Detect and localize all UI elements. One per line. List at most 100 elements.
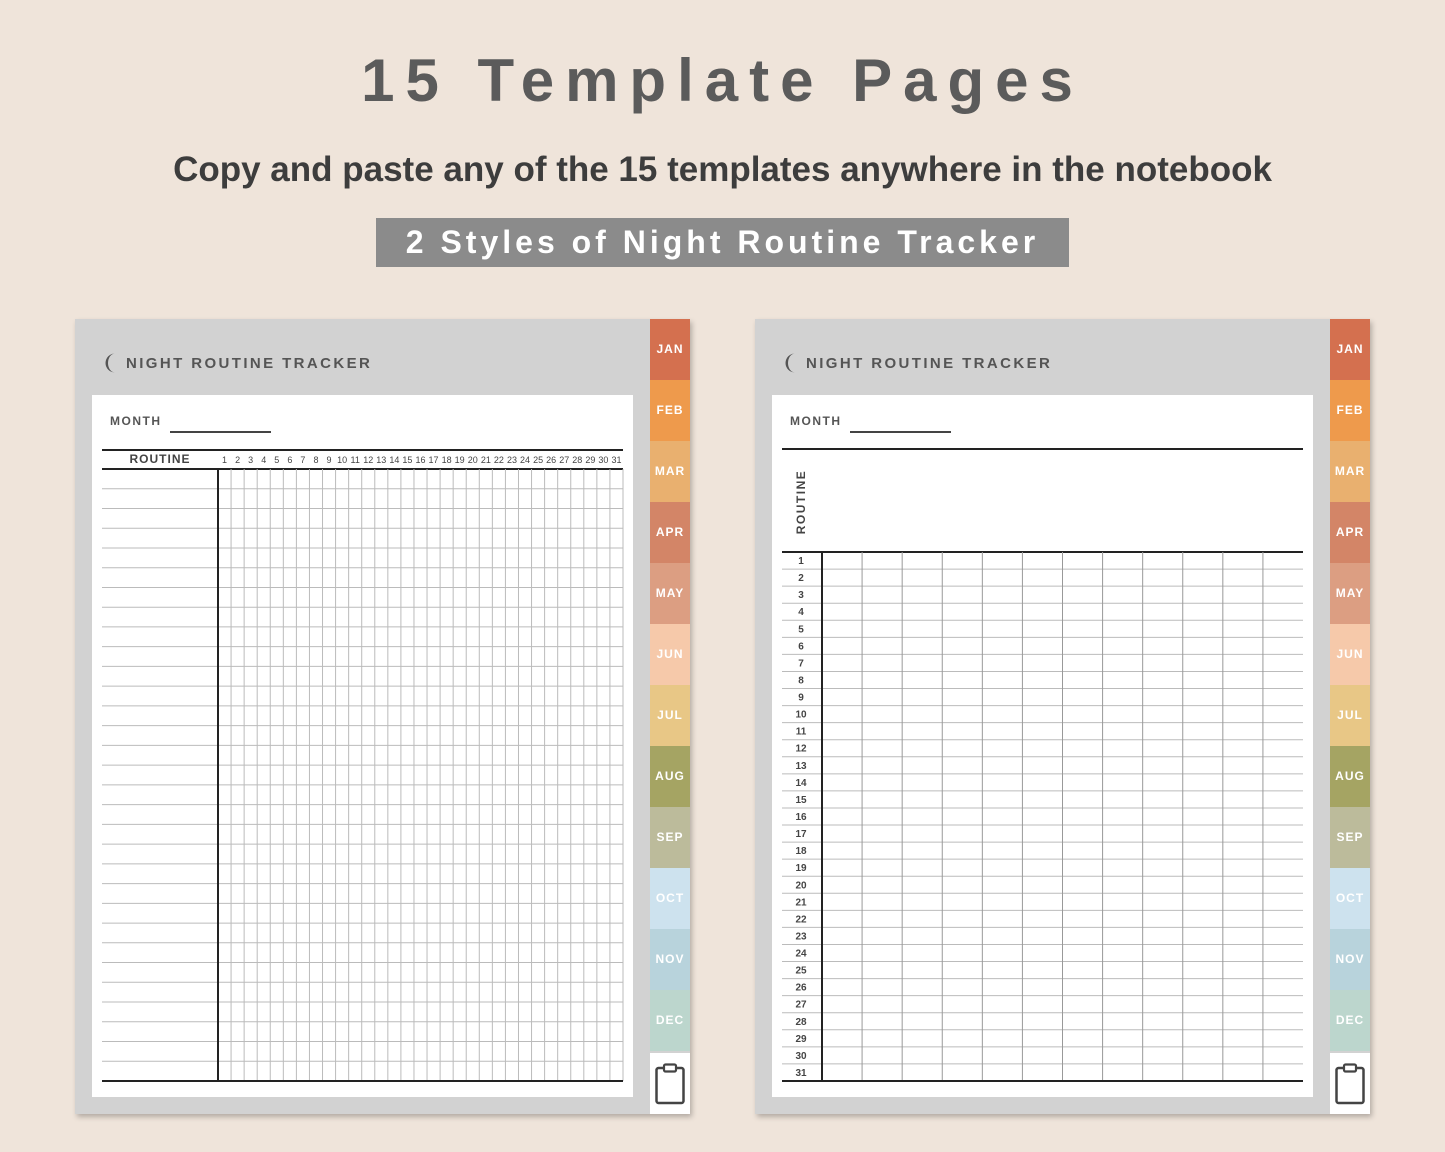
day-number: 3: [248, 455, 253, 465]
day-number: 1: [798, 556, 804, 567]
tab-sep[interactable]: SEP: [1330, 807, 1370, 868]
day-number: 21: [795, 897, 807, 908]
day-number: 9: [327, 455, 332, 465]
day-number: 13: [795, 761, 807, 772]
day-number: 2: [798, 573, 804, 584]
tracker-page-style-1: NIGHT ROUTINE TRACKER MONTH ROUTINE 1234…: [75, 319, 690, 1114]
day-number: 4: [798, 607, 804, 618]
month-tabs: JAN FEB MAR APR MAY JUN JUL AUG SEP OCT NOV DEC: [1330, 319, 1370, 1114]
day-number: 24: [520, 455, 530, 465]
page-header: NIGHT ROUTINE TRACKER: [781, 352, 1052, 374]
day-number: 13: [376, 455, 386, 465]
day-number: 26: [795, 983, 807, 994]
tab-jun[interactable]: JUN: [1330, 624, 1370, 685]
routine-header: ROUTINE: [794, 470, 808, 535]
tab-jan[interactable]: JAN: [1330, 319, 1370, 380]
tracker-sheet: MONTH ROUTINE 1 2 3 4 5 6 7 8 9 10 11 12 13 14 15 16 17 1…: [772, 395, 1313, 1097]
day-number: 5: [798, 624, 804, 635]
day-number: 15: [795, 795, 807, 806]
clipboard-tab[interactable]: [650, 1053, 690, 1114]
tab-feb[interactable]: FEB: [1330, 380, 1370, 441]
clipboard-tab[interactable]: [1330, 1053, 1370, 1114]
tracker-page-style-2: NIGHT ROUTINE TRACKER MONTH ROUTINE 1234…: [755, 319, 1370, 1114]
day-number: 23: [507, 455, 517, 465]
day-number: 25: [533, 455, 543, 465]
day-number: 28: [795, 1017, 807, 1028]
day-number: 26: [546, 455, 556, 465]
day-number: 17: [429, 455, 439, 465]
tab-apr[interactable]: APR: [1330, 502, 1370, 563]
day-number: 24: [795, 949, 807, 960]
day-number: 20: [795, 880, 807, 891]
page-title: NIGHT ROUTINE TRACKER: [126, 354, 373, 372]
day-number: 20: [468, 455, 478, 465]
day-number: 14: [795, 778, 807, 789]
day-number: 2: [235, 455, 240, 465]
routine-grid[interactable]: ROUTINE 12345678910111213141516171819202…: [92, 395, 633, 1097]
main-title: 15 Template Pages: [361, 47, 1084, 114]
day-number: 27: [795, 1000, 807, 1011]
tab-nov[interactable]: NOV: [650, 929, 690, 990]
day-number: 18: [442, 455, 452, 465]
day-number: 29: [585, 455, 595, 465]
day-number: 11: [796, 727, 807, 738]
tab-apr[interactable]: APR: [650, 502, 690, 563]
day-number: 6: [798, 641, 804, 652]
day-number: 23: [795, 931, 807, 942]
day-number: 11: [351, 455, 360, 465]
routine-grid[interactable]: ROUTINE 12345678910111213141516171819202…: [772, 395, 1313, 1097]
month-tabs: JAN FEB MAR APR MAY JUN JUL AUG SEP OCT NOV DEC: [650, 319, 690, 1114]
tab-mar[interactable]: MAR: [1330, 441, 1370, 502]
day-number: 12: [795, 744, 807, 755]
day-number: 9: [798, 693, 804, 704]
day-number: 1: [222, 455, 227, 465]
tab-jun[interactable]: JUN: [650, 624, 690, 685]
tab-mar[interactable]: MAR: [650, 441, 690, 502]
day-number: 5: [274, 455, 279, 465]
day-number: 27: [559, 455, 569, 465]
tab-feb[interactable]: FEB: [650, 380, 690, 441]
day-number: 12: [363, 455, 373, 465]
tab-may[interactable]: MAY: [650, 563, 690, 624]
day-number: 19: [795, 863, 807, 874]
tab-jul[interactable]: JUL: [1330, 685, 1370, 746]
day-number: 4: [261, 455, 266, 465]
tab-aug[interactable]: AUG: [1330, 746, 1370, 807]
day-number: 31: [611, 455, 621, 465]
tab-dec[interactable]: DEC: [650, 990, 690, 1051]
day-number: 10: [337, 455, 347, 465]
page-header: NIGHT ROUTINE TRACKER: [101, 352, 372, 374]
day-number: 30: [598, 455, 608, 465]
day-number: 17: [795, 829, 807, 840]
tab-may[interactable]: MAY: [1330, 563, 1370, 624]
clipboard-icon: [1335, 1063, 1365, 1105]
day-number: 28: [572, 455, 582, 465]
day-number: 15: [402, 455, 412, 465]
day-number: 10: [795, 710, 807, 721]
day-number: 22: [494, 455, 504, 465]
tab-aug[interactable]: AUG: [650, 746, 690, 807]
day-number: 18: [795, 846, 807, 857]
day-number: 25: [795, 966, 807, 977]
day-number: 6: [287, 455, 292, 465]
subtitle: Copy and paste any of the 15 templates a…: [173, 150, 1272, 189]
day-number: 31: [795, 1068, 807, 1079]
day-number: 7: [300, 455, 305, 465]
tab-oct[interactable]: OCT: [650, 868, 690, 929]
day-number: 22: [795, 914, 807, 925]
day-number: 19: [455, 455, 465, 465]
day-number: 7: [798, 658, 804, 669]
day-number: 14: [389, 455, 399, 465]
tab-nov[interactable]: NOV: [1330, 929, 1370, 990]
routine-header: ROUTINE: [130, 452, 191, 466]
tab-jan[interactable]: JAN: [650, 319, 690, 380]
day-number: 16: [415, 455, 425, 465]
day-number: 29: [795, 1034, 807, 1045]
clipboard-icon: [655, 1063, 685, 1105]
tab-oct[interactable]: OCT: [1330, 868, 1370, 929]
tab-jul[interactable]: JUL: [650, 685, 690, 746]
tab-dec[interactable]: DEC: [1330, 990, 1370, 1051]
tab-sep[interactable]: SEP: [650, 807, 690, 868]
moon-icon: [785, 353, 795, 373]
day-number: 21: [481, 455, 491, 465]
